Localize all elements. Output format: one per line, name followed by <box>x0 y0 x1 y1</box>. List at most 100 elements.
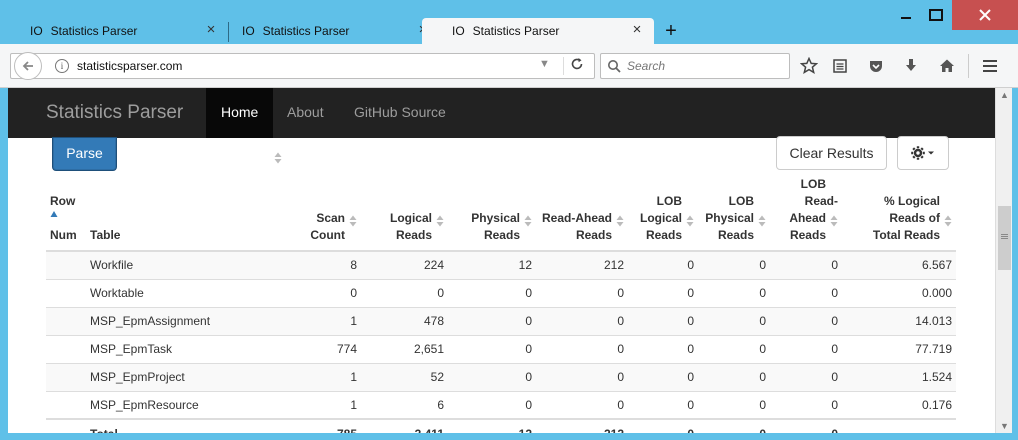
back-button[interactable] <box>14 52 42 80</box>
search-bar[interactable]: Search <box>600 53 790 79</box>
col-header-pct-logical-reads[interactable]: % Logical Reads of Total Reads <box>842 176 956 252</box>
cell-scan-count: 0 <box>286 278 361 307</box>
cell-pct-logical-reads: 0.176 <box>842 390 956 419</box>
nav-about[interactable]: About <box>272 88 339 138</box>
table-row: MSP_EpmAssignment 1 478 0 0 0 0 0 14.013 <box>46 306 956 335</box>
download-icon[interactable] <box>901 56 921 76</box>
col-header-lob-read-ahead-reads[interactable]: LOB Read-Ahead Reads <box>770 176 842 252</box>
table-row: Worktable 0 0 0 0 0 0 0 0.000 <box>46 278 956 307</box>
grip-icon <box>1001 234 1008 235</box>
reload-icon[interactable] <box>569 56 585 76</box>
table-row: MSP_EpmTask 774 2,651 0 0 0 0 0 77.719 <box>46 334 956 363</box>
cell-physical-reads: 0 <box>448 362 536 391</box>
cell-physical-reads: 0 <box>448 278 536 307</box>
scrollbar-thumb[interactable] <box>998 206 1011 270</box>
table-body: Workfile 8 224 12 212 0 0 0 6.567 Worktable 0 0 0 0 0 0… <box>46 250 956 419</box>
total-lob-logical-reads: 0 <box>628 418 698 433</box>
header-label: Table <box>90 228 121 242</box>
vertical-scrollbar[interactable]: ▲ ▼ <box>995 88 1012 433</box>
close-tab-icon[interactable]: × <box>630 22 644 37</box>
address-bar[interactable]: i statisticsparser.com ▼ <box>10 52 595 80</box>
cell-lob-read-ahead-reads: 0 <box>770 250 842 279</box>
col-header-physical-reads[interactable]: Physical Reads <box>448 176 536 252</box>
new-tab-button[interactable]: + <box>660 20 682 42</box>
col-header-table[interactable]: Table <box>86 152 286 252</box>
clear-results-button[interactable]: Clear Results <box>776 136 887 170</box>
cell-lob-logical-reads: 0 <box>628 306 698 335</box>
tab-2[interactable]: IO Statistics Parser × <box>212 18 440 44</box>
nav-github-source[interactable]: GitHub Source <box>339 88 461 138</box>
cell-pct-logical-reads: 77.719 <box>842 334 956 363</box>
tab-strip: IO Statistics Parser × IO Statistics Par… <box>0 0 1018 44</box>
cell-row-num <box>46 306 86 335</box>
cell-physical-reads: 12 <box>448 250 536 279</box>
cell-scan-count: 774 <box>286 334 361 363</box>
sort-icon <box>830 215 838 227</box>
header-label: % Logical <box>883 194 940 208</box>
tab-favicon: IO <box>242 24 255 38</box>
nav-home[interactable]: Home <box>206 88 274 138</box>
total-physical-reads: 12 <box>448 418 536 433</box>
cell-table: Workfile <box>86 250 286 279</box>
tab-title: Statistics Parser <box>472 24 560 38</box>
url-separator <box>563 57 564 75</box>
col-header-lob-physical-reads[interactable]: LOB Physical Reads <box>698 176 770 252</box>
table-header-row: Row Num Table Scan Count Logical Reads Phys… <box>46 152 956 252</box>
table-row: MSP_EpmResource 1 6 0 0 0 0 0 0.176 <box>46 390 956 419</box>
col-header-logical-reads[interactable]: Logical Reads <box>361 176 448 252</box>
header-label: Reads <box>483 228 520 242</box>
minimize-icon <box>901 17 911 19</box>
window-frame-bottom <box>0 433 1018 440</box>
cell-logical-reads: 224 <box>361 250 448 279</box>
total-lob-read-ahead-reads: 0 <box>770 418 842 433</box>
total-row-num <box>46 418 86 433</box>
total-read-ahead-reads: 212 <box>536 418 628 433</box>
cell-logical-reads: 478 <box>361 306 448 335</box>
sort-icon <box>758 215 766 227</box>
header-label: Reads <box>575 228 612 242</box>
home-icon[interactable] <box>937 56 957 76</box>
site-navbar: Statistics Parser Home About GitHub Sour… <box>8 88 995 138</box>
cell-logical-reads: 2,651 <box>361 334 448 363</box>
header-label: Reads <box>789 228 826 242</box>
col-header-lob-logical-reads[interactable]: LOB Logical Reads <box>628 176 698 252</box>
site-brand[interactable]: Statistics Parser <box>46 102 183 124</box>
cell-row-num <box>46 390 86 419</box>
cell-pct-logical-reads: 6.567 <box>842 250 956 279</box>
cell-table: MSP_EpmAssignment <box>86 306 286 335</box>
header-label: Scan <box>316 211 345 225</box>
cell-logical-reads: 0 <box>361 278 448 307</box>
header-label: Physical <box>471 211 520 225</box>
col-header-row-num[interactable]: Row Num <box>46 176 86 252</box>
parse-button[interactable]: Parse <box>53 138 116 170</box>
cell-lob-logical-reads: 0 <box>628 250 698 279</box>
header-label: LOB <box>800 177 826 191</box>
url-text[interactable]: statisticsparser.com <box>77 59 182 73</box>
reading-list-icon[interactable] <box>830 56 850 76</box>
cell-lob-read-ahead-reads: 0 <box>770 362 842 391</box>
sort-icon <box>349 215 357 227</box>
bookmark-star-icon[interactable] <box>799 56 819 76</box>
col-header-scan-count[interactable]: Scan Count <box>286 176 361 252</box>
pocket-icon[interactable] <box>866 56 886 76</box>
cell-lob-physical-reads: 0 <box>698 278 770 307</box>
tab-3-active[interactable]: IO Statistics Parser × <box>422 18 654 44</box>
header-label: Logical <box>639 211 682 225</box>
tab-favicon: IO <box>452 24 465 38</box>
close-window-button[interactable] <box>952 0 1018 30</box>
info-icon[interactable]: i <box>55 59 69 73</box>
header-label: Reads of <box>889 211 940 225</box>
tab-1[interactable]: IO Statistics Parser × <box>0 18 228 44</box>
scroll-up-arrow-icon[interactable]: ▲ <box>1000 90 1009 100</box>
cell-lob-logical-reads: 0 <box>628 362 698 391</box>
search-input[interactable]: Search <box>627 59 665 73</box>
dropdown-arrow-icon[interactable]: ▼ <box>539 58 550 70</box>
scroll-down-arrow-icon[interactable]: ▼ <box>1000 421 1009 431</box>
hamburger-menu-icon[interactable] <box>980 56 1000 76</box>
cell-physical-reads: 0 <box>448 390 536 419</box>
cell-table: MSP_EpmTask <box>86 334 286 363</box>
col-header-read-ahead-reads[interactable]: Read-Ahead Reads <box>536 176 628 252</box>
settings-dropdown-button[interactable] <box>897 136 949 170</box>
cell-scan-count: 1 <box>286 362 361 391</box>
tab-favicon: IO <box>30 24 43 38</box>
